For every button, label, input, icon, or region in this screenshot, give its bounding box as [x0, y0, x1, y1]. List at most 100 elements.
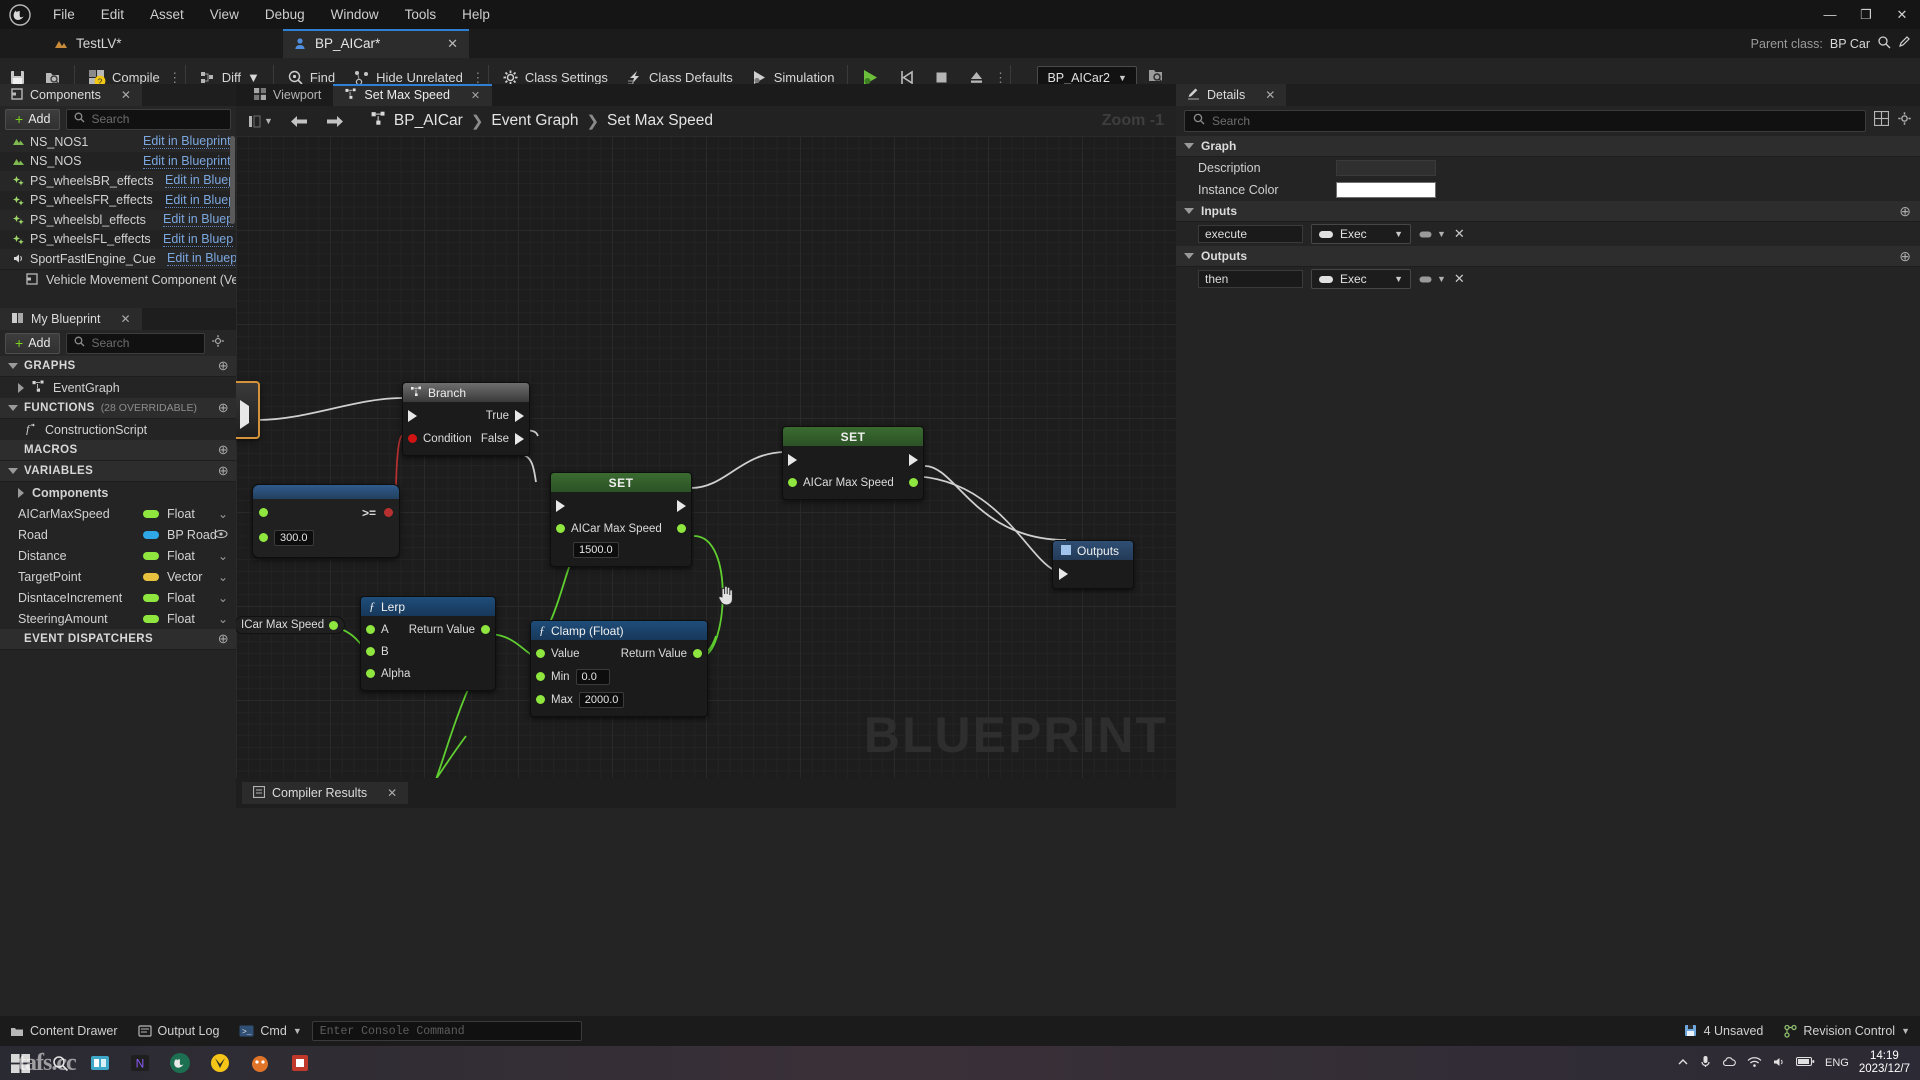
grid-icon[interactable] — [1873, 110, 1890, 131]
components-search-input[interactable]: Search — [66, 108, 231, 130]
revision-control-button[interactable]: Revision Control ▼ — [1773, 1019, 1920, 1043]
node-outputs[interactable]: Outputs — [1052, 540, 1134, 589]
lerp-alpha-pin[interactable] — [366, 669, 375, 678]
pin-row[interactable]: B — [361, 642, 495, 661]
get-variable-pin[interactable] — [329, 620, 339, 630]
tray-language[interactable]: ENG — [1825, 1057, 1849, 1069]
tray-chevron-up-icon[interactable] — [1677, 1056, 1689, 1071]
vehicle-movement-component-row[interactable]: Vehicle Movement Component (Vehic — [0, 268, 236, 291]
edit-in-blueprint-link[interactable]: Edit in Blueprint — [143, 154, 231, 169]
components-list[interactable]: NS_NOS1 Edit in Blueprint NS_NOS Edit in… — [0, 132, 236, 302]
clamp-min-input[interactable]: 0.0 — [575, 668, 610, 685]
list-item[interactable]: NS_NOS Edit in Blueprint — [0, 151, 236, 171]
main-menu[interactable]: File Edit Asset View Debug Window Tools … — [40, 0, 503, 29]
pin-row[interactable] — [1053, 564, 1133, 583]
remove-input-button[interactable]: ✕ — [1454, 226, 1465, 242]
gear-icon[interactable] — [1897, 111, 1912, 131]
input-container-select[interactable]: ▼ — [1419, 229, 1446, 239]
input-name-field[interactable]: execute — [1198, 225, 1303, 243]
edit-in-blueprint-link[interactable]: Edit in Bluep — [167, 251, 236, 267]
set1-exec-in-pin[interactable] — [556, 499, 565, 512]
node-clamp-float[interactable]: ƒ Clamp (Float) Value Return Value Min 0… — [530, 620, 708, 717]
edit-in-blueprint-link[interactable]: Edit in Bluep — [163, 232, 234, 247]
tray-volume-icon[interactable] — [1772, 1056, 1786, 1071]
parent-class-edit-icon[interactable] — [1898, 35, 1912, 52]
section-graphs[interactable]: GRAPHS ⊕ — [0, 356, 236, 377]
details-section-outputs[interactable]: Outputs ⊕ — [1176, 246, 1920, 267]
pin-row[interactable]: Max 2000.0 — [531, 690, 707, 709]
set2-value-out-pin[interactable] — [909, 478, 918, 487]
pin-row[interactable]: 300.0 — [253, 528, 399, 547]
close-button[interactable]: ✕ — [1884, 0, 1920, 29]
description-field[interactable] — [1336, 160, 1436, 176]
taskbar-app-1-icon[interactable] — [80, 1046, 120, 1080]
maximize-button[interactable]: ❐ — [1848, 0, 1884, 29]
node-branch[interactable]: Branch True Condition False — [402, 382, 530, 456]
tray-mic-icon[interactable] — [1699, 1055, 1712, 1071]
branch-true-pin[interactable] — [515, 409, 524, 422]
details-close-icon[interactable]: ✕ — [1265, 88, 1275, 102]
pin-row[interactable]: >= — [253, 503, 399, 522]
set2-exec-out-pin[interactable] — [909, 453, 918, 466]
section-macros[interactable]: MACROS ⊕ — [0, 440, 236, 461]
branch-condition-pin[interactable] — [408, 434, 417, 443]
unsaved-button[interactable]: 4 Unsaved — [1674, 1019, 1774, 1043]
tab-viewport[interactable]: Viewport — [242, 84, 333, 106]
variable-row[interactable]: SteeringAmount Float ⌄ — [0, 608, 236, 629]
menu-tools[interactable]: Tools — [392, 0, 450, 29]
gear-icon[interactable] — [211, 334, 225, 353]
list-item[interactable]: PS_wheelsBR_effects Edit in Bluep — [0, 171, 236, 191]
set1-value-in-pin[interactable] — [556, 524, 565, 533]
content-drawer-button[interactable]: Content Drawer — [0, 1019, 128, 1043]
list-item[interactable]: SportFastlEngine_Cue Edit in Bluep — [0, 249, 236, 269]
visibility-icon[interactable]: ⌄ — [218, 570, 228, 584]
node-set-aicar-max-speed-1[interactable]: SET AICar Max Speed 1500.0 — [550, 472, 692, 567]
function-item-constructionscript[interactable]: f ConstructionScript — [0, 419, 236, 440]
edit-in-blueprint-link[interactable]: Edit in Bluep — [165, 173, 236, 189]
add-event-dispatcher-button[interactable]: ⊕ — [218, 631, 229, 647]
graph-item-eventgraph[interactable]: EventGraph — [0, 377, 236, 398]
ge-value-input[interactable]: 300.0 — [274, 529, 314, 546]
lerp-b-pin[interactable] — [366, 647, 375, 656]
eye-icon[interactable] — [214, 528, 228, 542]
output-log-button[interactable]: Output Log — [128, 1019, 230, 1043]
lerp-return-pin[interactable] — [481, 625, 490, 634]
list-item[interactable]: PS_wheelsFR_effects Edit in Bluep — [0, 190, 236, 210]
taskbar-clock[interactable]: 14:19 2023/12/7 — [1859, 1050, 1910, 1076]
set1-exec-out-pin[interactable] — [677, 499, 686, 512]
pin-row[interactable] — [551, 496, 691, 515]
pin-row[interactable]: A Return Value — [361, 620, 495, 639]
taskbar-app-3-icon[interactable] — [200, 1046, 240, 1080]
graph-canvas[interactable]: BLUEPRINT Branch True Condition False >=… — [236, 136, 1176, 808]
ge-input-b-pin[interactable] — [259, 533, 268, 542]
set1-value-input[interactable]: 1500.0 — [573, 541, 619, 558]
tab-set-max-speed[interactable]: Set Max Speed ✕ — [333, 84, 493, 106]
ge-output-pin[interactable] — [384, 508, 393, 517]
components-add-button[interactable]: + Add — [5, 108, 61, 130]
add-variable-button[interactable]: ⊕ — [218, 463, 229, 479]
variables-group-components[interactable]: Components — [0, 482, 236, 503]
list-item[interactable]: PS_wheelsbl_effects Edit in Bluep — [0, 210, 236, 230]
entry-node[interactable] — [236, 381, 260, 439]
ge-input-a-pin[interactable] — [259, 508, 268, 517]
menu-help[interactable]: Help — [449, 0, 503, 29]
variable-row[interactable]: DisntaceIncrement Float ⌄ — [0, 587, 236, 608]
menu-edit[interactable]: Edit — [88, 0, 137, 29]
tray-wifi-icon[interactable] — [1747, 1056, 1762, 1071]
clamp-min-pin[interactable] — [536, 672, 545, 681]
pin-row[interactable]: AICar Max Speed — [783, 473, 923, 492]
node-lerp[interactable]: ƒ Lerp A Return Value B Alpha — [360, 596, 496, 691]
tab-level[interactable]: TestLV* — [42, 29, 134, 58]
clamp-max-pin[interactable] — [536, 695, 545, 704]
clamp-value-pin[interactable] — [536, 649, 545, 658]
pin-row[interactable]: AICar Max Speed — [551, 519, 691, 538]
node-greater-equal[interactable]: >= 300.0 — [252, 484, 400, 558]
output-type-select[interactable]: Exec ▼ — [1311, 269, 1411, 289]
remove-output-button[interactable]: ✕ — [1454, 271, 1465, 287]
visibility-icon[interactable]: ⌄ — [218, 507, 228, 521]
menu-window[interactable]: Window — [318, 0, 392, 29]
clamp-return-pin[interactable] — [693, 649, 702, 658]
section-functions[interactable]: FUNCTIONS (28 OVERRIDABLE) ⊕ — [0, 398, 236, 419]
instance-color-swatch[interactable] — [1336, 182, 1436, 198]
components-close-icon[interactable]: ✕ — [121, 88, 131, 102]
